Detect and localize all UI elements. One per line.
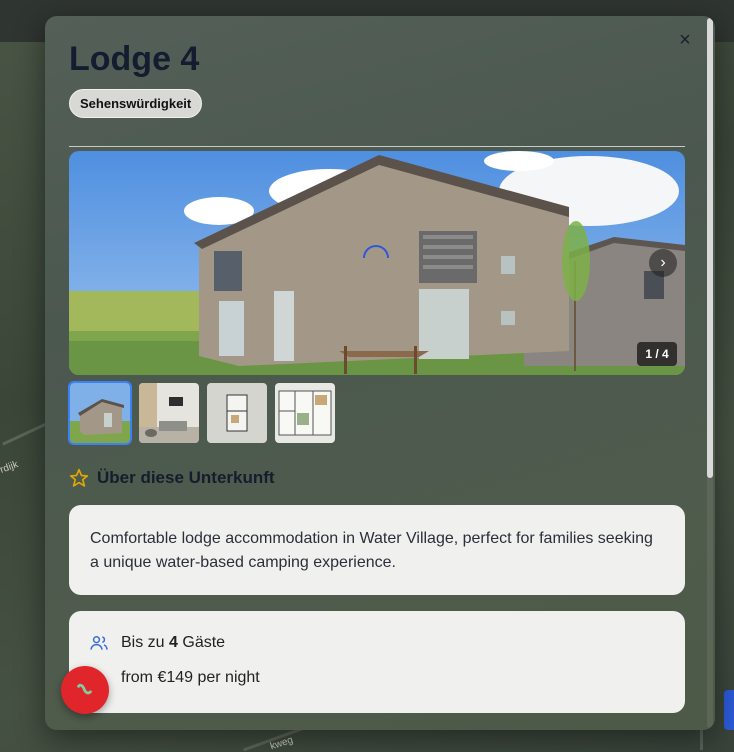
thumbnail-floor-plan-image <box>207 383 267 443</box>
thumbnail-exterior-image <box>70 383 130 443</box>
price-row: from €149 per night <box>89 669 260 687</box>
next-image-button[interactable]: › <box>649 249 677 277</box>
page-title: Lodge 4 <box>69 40 200 78</box>
description-card: Comfortable lodge accommodation in Water… <box>69 505 685 595</box>
divider <box>69 146 685 147</box>
hero-image[interactable] <box>69 151 685 375</box>
category-badge: Sehenswürdigkeit <box>69 89 203 118</box>
floating-action-button[interactable] <box>61 666 109 714</box>
about-section-header: Über diese Unterkunft <box>69 468 275 488</box>
squiggle-icon <box>77 683 92 695</box>
lodge-description: Comfortable lodge accommodation in Water… <box>90 530 653 571</box>
details-card: Bis zu 4 Gäste from €149 per night <box>69 611 685 713</box>
thumbnail-living-room-image <box>139 383 199 443</box>
thumbnail-floor-plan-detailed[interactable] <box>275 383 335 443</box>
thumbnail-floor-plan-detailed-image <box>275 383 335 443</box>
thumbnail-floor-plan[interactable] <box>207 383 267 443</box>
about-section-title: Über diese Unterkunft <box>97 468 275 487</box>
map-side-control[interactable] <box>724 690 734 730</box>
price-text: from €149 per night <box>121 669 260 686</box>
thumbnail-living-room[interactable] <box>139 383 199 443</box>
users-icon <box>90 636 108 650</box>
image-counter: 1 / 4 <box>637 342 677 366</box>
star-icon <box>69 468 89 487</box>
guests-text: Bis zu 4 Gäste <box>121 634 226 651</box>
lodge-modal: × Lodge 4 Sehenswürdigkeit › 1 / 4 Über … <box>45 16 715 730</box>
thumbnail-exterior[interactable] <box>68 381 132 445</box>
guests-row: Bis zu 4 Gäste <box>89 633 225 653</box>
loading-spinner-icon <box>363 245 389 259</box>
close-button[interactable]: × <box>675 30 695 50</box>
scrollbar-thumb[interactable] <box>707 18 713 478</box>
